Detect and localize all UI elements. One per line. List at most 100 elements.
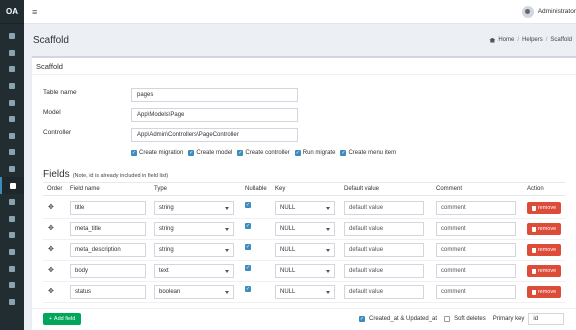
type-select[interactable]: text	[154, 264, 234, 278]
default-value-input[interactable]: default value	[344, 264, 424, 278]
drag-handle-icon[interactable]: ✥	[48, 245, 54, 253]
default-value-input[interactable]: default value	[344, 222, 424, 236]
type-select[interactable]: string	[154, 201, 234, 215]
option-label: Create controller	[245, 150, 290, 156]
drag-handle-icon[interactable]: ✥	[48, 224, 54, 232]
comment-input[interactable]: comment	[436, 285, 516, 299]
type-value: string	[159, 226, 174, 232]
option-checkbox[interactable]: ✓	[340, 150, 347, 156]
key-select[interactable]: NULL	[275, 243, 335, 257]
nullable-checkbox[interactable]: ✓	[245, 223, 251, 229]
page-title: Scaffold	[33, 34, 69, 46]
top-navbar: ≡ Administrator	[24, 0, 576, 24]
model-input[interactable]: App\Models\Page	[131, 108, 298, 122]
sidebar-item[interactable]	[0, 177, 24, 194]
option-label: Create menu item	[348, 150, 397, 156]
drag-handle-icon[interactable]: ✥	[48, 287, 54, 295]
sidebar-item[interactable]	[0, 161, 24, 178]
field-name-input[interactable]: meta_title	[70, 222, 146, 236]
option-checkbox[interactable]: ✓	[188, 150, 195, 156]
menu-toggle-icon[interactable]: ≡	[32, 7, 37, 17]
app-logo[interactable]: OA	[0, 0, 24, 24]
remove-label: remove	[537, 205, 557, 211]
remove-button[interactable]: remove	[527, 202, 561, 214]
default-value-input[interactable]: default value	[344, 201, 424, 215]
comment-input[interactable]: comment	[436, 264, 516, 278]
sidebar-item[interactable]	[0, 260, 24, 277]
field-name-input[interactable]: body	[70, 264, 146, 278]
nullable-checkbox[interactable]: ✓	[245, 244, 251, 250]
default-value-input[interactable]: default value	[344, 285, 424, 299]
sidebar-item[interactable]	[0, 128, 24, 145]
table-row: ✥ meta_description string ✓ NULL default valu…	[43, 240, 565, 261]
sidebar-item[interactable]	[0, 277, 24, 294]
key-select[interactable]: NULL	[275, 201, 335, 215]
breadcrumb-helpers[interactable]: Helpers	[522, 37, 543, 43]
option-item[interactable]: ✓ Create migration	[131, 150, 183, 156]
sidebar-item[interactable]	[0, 111, 24, 128]
remove-button[interactable]: remove	[527, 265, 561, 277]
sidebar-item[interactable]	[0, 28, 24, 45]
header-divider	[43, 195, 565, 196]
file-icon	[9, 166, 15, 173]
remove-button[interactable]: remove	[527, 244, 561, 256]
soft-deletes-checkbox[interactable]	[444, 316, 451, 322]
remove-button[interactable]: remove	[527, 286, 561, 298]
field-name-input[interactable]: status	[70, 285, 146, 299]
nullable-checkbox[interactable]: ✓	[245, 286, 251, 292]
breadcrumb-separator: /	[517, 37, 520, 43]
user-menu[interactable]: Administrator	[521, 5, 576, 18]
drag-handle-icon[interactable]: ✥	[48, 266, 54, 274]
col-nullable: Nullable	[245, 186, 267, 192]
user-name[interactable]: Administrator	[538, 8, 576, 15]
col-default: Default value	[344, 186, 380, 192]
toggle-icon	[9, 215, 15, 222]
type-select[interactable]: boolean	[154, 285, 234, 299]
default-value-input[interactable]: default value	[344, 243, 424, 257]
key-select[interactable]: NULL	[275, 285, 335, 299]
sidebar-item[interactable]	[0, 78, 24, 95]
comment-input[interactable]: comment	[436, 243, 516, 257]
type-select[interactable]: string	[154, 243, 234, 257]
nullable-checkbox[interactable]: ✓	[245, 265, 251, 271]
sidebar-item[interactable]	[0, 244, 24, 261]
primary-key-input[interactable]: id	[528, 313, 565, 325]
option-item[interactable]: ✓ Run migrate	[294, 150, 335, 156]
key-select[interactable]: NULL	[275, 264, 335, 278]
comment-input[interactable]: comment	[436, 201, 516, 215]
controller-input[interactable]: App\Admin\Controllers\PageController	[131, 128, 298, 142]
field-name-input[interactable]: title	[70, 201, 146, 215]
sidebar-item[interactable]	[0, 294, 24, 311]
breadcrumb-home[interactable]: Home	[498, 37, 514, 43]
nullable-checkbox[interactable]: ✓	[245, 202, 251, 208]
type-value: text	[159, 268, 169, 274]
primary-key-label: Primary key	[492, 316, 525, 322]
sidebar-item[interactable]	[0, 144, 24, 161]
sidebar-item[interactable]	[0, 94, 24, 111]
comment-input[interactable]: comment	[436, 222, 516, 236]
sidebar-menu	[0, 24, 24, 310]
breadcrumb: Home / Helpers / Scaffold	[489, 37, 572, 43]
option-checkbox[interactable]: ✓	[237, 150, 244, 156]
field-name-input[interactable]: meta_description	[70, 243, 146, 257]
timestamps-checkbox[interactable]: ✓	[359, 316, 365, 322]
sidebar-item[interactable]	[0, 194, 24, 211]
sidebar-item[interactable]	[0, 45, 24, 62]
key-select[interactable]: NULL	[275, 222, 335, 236]
option-checkbox[interactable]: ✓	[131, 150, 137, 156]
add-field-button[interactable]: + Add field	[43, 313, 81, 325]
option-item[interactable]: ✓ Create controller	[237, 150, 290, 156]
drag-handle-icon[interactable]: ✥	[48, 203, 54, 211]
sidebar-item[interactable]	[0, 61, 24, 78]
table-row: ✥ meta_title string ✓ NULL default value comme…	[43, 219, 565, 240]
type-select[interactable]: string	[154, 222, 234, 236]
chevron-down-icon	[326, 290, 330, 294]
sidebar-item[interactable]	[0, 227, 24, 244]
option-checkbox[interactable]: ✓	[294, 150, 301, 156]
table-name-input[interactable]: pages	[131, 88, 298, 102]
sidebar-item[interactable]	[0, 211, 24, 228]
avatar[interactable]	[521, 5, 534, 18]
remove-button[interactable]: remove	[527, 223, 561, 235]
option-item[interactable]: ✓ Create menu item	[340, 150, 396, 156]
option-item[interactable]: ✓ Create model	[188, 150, 232, 156]
